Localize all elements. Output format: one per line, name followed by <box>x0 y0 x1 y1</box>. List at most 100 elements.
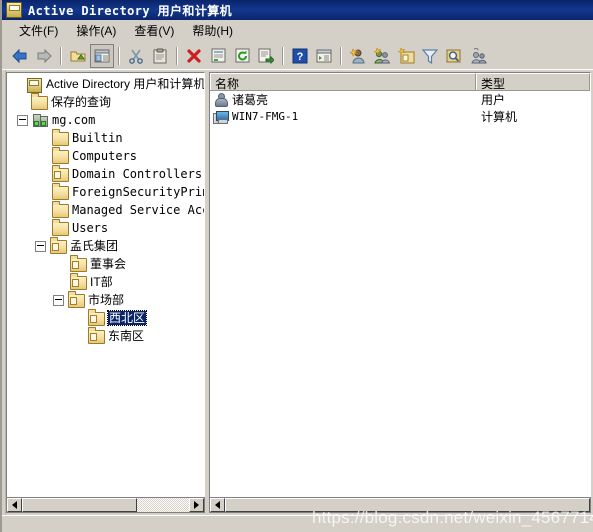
tree-node-foreign-security-principals[interactable]: ForeignSecurityPrincipals <box>7 183 204 201</box>
tree-h-scrollbar[interactable] <box>6 497 205 513</box>
help-question-icon: ? <box>292 48 308 64</box>
collapse-toggle[interactable] <box>17 114 28 126</box>
filter-button[interactable] <box>418 44 442 68</box>
tree-node-domain-controllers[interactable]: Domain Controllers <box>7 165 204 183</box>
folder-icon <box>31 95 48 110</box>
ou-folder-icon <box>70 275 87 290</box>
toolbar-separator <box>282 46 284 65</box>
tree-node-users[interactable]: Users <box>7 219 204 237</box>
window-title: Active Directory 用户和计算机 <box>28 3 233 18</box>
menu-item-file[interactable]: 文件(F) <box>10 20 67 41</box>
magnifier-icon <box>446 48 462 64</box>
find-button[interactable] <box>442 44 466 68</box>
export-list-button[interactable] <box>254 44 278 68</box>
tree-node-label: mg.com <box>52 113 96 127</box>
new-ou-icon <box>397 47 415 64</box>
help-button[interactable]: ? <box>288 44 312 68</box>
properties-icon <box>211 48 226 64</box>
tree-node-board-of-directors[interactable]: 董事会 <box>7 255 204 273</box>
tree-node-mg-com[interactable]: mg.com <box>7 111 204 129</box>
list-scroll-track[interactable] <box>225 498 590 512</box>
computer-icon <box>213 109 229 124</box>
new-user-button[interactable] <box>346 44 370 68</box>
folder-icon <box>52 221 69 236</box>
column-header-type[interactable]: 类型 <box>476 73 590 91</box>
ou-folder-icon <box>88 329 105 344</box>
clipboard-icon <box>153 48 167 64</box>
tree-node-label: 保存的查询 <box>51 95 112 109</box>
tree-node-label: Builtin <box>72 131 123 145</box>
refresh-icon <box>235 48 250 64</box>
tree-node-mengshi-group[interactable]: 孟氏集团 <box>7 237 204 255</box>
tree-node-label: IT部 <box>90 275 113 289</box>
toolbar-separator <box>340 46 342 65</box>
tree-node-builtin[interactable]: Builtin <box>7 129 204 147</box>
ou-folder-icon <box>88 311 105 326</box>
list-h-scrollbar[interactable] <box>209 497 591 513</box>
folder-icon <box>52 203 69 218</box>
folder-icon <box>52 149 69 164</box>
list-item[interactable]: 诸葛亮 用户 <box>210 91 590 108</box>
tree-node-it-department[interactable]: IT部 <box>7 273 204 291</box>
tree-scroll-left-button[interactable] <box>7 498 22 512</box>
list-scroll-thumb[interactable] <box>225 498 590 512</box>
console-root-icon <box>26 77 42 93</box>
menu-item-view[interactable]: 查看(V) <box>125 20 183 41</box>
properties-button[interactable] <box>206 44 230 68</box>
tree-node-label: Domain Controllers <box>72 167 203 181</box>
menu-item-help[interactable]: 帮助(H) <box>183 20 242 41</box>
tree-node-managed-service-accounts[interactable]: Managed Service Accounts <box>7 201 204 219</box>
tree-scroll-thumb[interactable] <box>22 498 137 512</box>
collapse-toggle[interactable] <box>53 294 64 306</box>
back-button[interactable] <box>8 44 32 68</box>
folder-up-icon <box>69 48 87 64</box>
tree-node-label: Users <box>72 221 109 235</box>
arrow-right-icon <box>194 501 199 509</box>
toolbar: ? <box>2 42 593 70</box>
list-scroll-left-button[interactable] <box>210 498 225 512</box>
new-group-icon <box>373 47 391 64</box>
show-hide-tree-button[interactable] <box>90 43 114 68</box>
cut-button[interactable] <box>124 44 148 68</box>
new-ou-button[interactable] <box>394 44 418 68</box>
paste-button[interactable] <box>148 44 172 68</box>
up-one-level-button[interactable] <box>66 44 90 68</box>
folder-icon <box>52 185 69 200</box>
tree-scroll-track[interactable] <box>22 498 189 512</box>
domain-icon <box>32 113 48 127</box>
toolbar-separator <box>176 46 178 65</box>
tree-node-computers[interactable]: Computers <box>7 147 204 165</box>
title-bar: Active Directory 用户和计算机 <box>2 0 593 20</box>
tree-node-label: Managed Service Accounts <box>72 203 204 217</box>
tree-node-southeast-region[interactable]: 东南区 <box>7 327 204 345</box>
console-tree-icon <box>94 49 110 63</box>
tree-node-saved-queries[interactable]: 保存的查询 <box>7 93 204 111</box>
delete-button[interactable] <box>182 44 206 68</box>
export-list-icon <box>258 48 274 64</box>
refresh-button[interactable] <box>230 44 254 68</box>
details-list-pane[interactable]: 名称 类型 诸葛亮 用户 WIN7-FMG-1 计算机 <box>209 72 591 504</box>
list-item-name-cell: 诸葛亮 <box>210 91 476 108</box>
arrow-left-icon <box>12 501 17 509</box>
saved-queries-button[interactable] <box>466 44 490 68</box>
tree-node-northwest-region[interactable]: 西北区 <box>7 309 204 327</box>
tree-node-label: Computers <box>72 149 138 163</box>
tree-scroll-right-button[interactable] <box>189 498 204 512</box>
arrow-left-icon <box>215 501 220 509</box>
collapse-toggle[interactable] <box>35 240 46 252</box>
forward-button[interactable] <box>32 44 56 68</box>
tree-node-label: ForeignSecurityPrincipals <box>72 185 204 199</box>
tree-node-marketing-department[interactable]: 市场部 <box>7 291 204 309</box>
list-item-type: 计算机 <box>481 110 518 124</box>
menu-item-action[interactable]: 操作(A) <box>67 20 125 41</box>
console-tree-pane[interactable]: Active Directory 用户和计算机 保存的查询 mg.com Bui… <box>6 72 205 504</box>
funnel-icon <box>422 48 438 64</box>
status-bar <box>2 515 593 532</box>
tree-node-active-directory-root[interactable]: Active Directory 用户和计算机 <box>7 75 204 93</box>
show-action-pane-button[interactable] <box>312 44 336 68</box>
tree-view: Active Directory 用户和计算机 保存的查询 mg.com Bui… <box>7 73 204 345</box>
column-header-name[interactable]: 名称 <box>210 73 476 91</box>
toolbar-separator <box>118 46 120 65</box>
list-item[interactable]: WIN7-FMG-1 计算机 <box>210 108 590 125</box>
new-group-button[interactable] <box>370 44 394 68</box>
